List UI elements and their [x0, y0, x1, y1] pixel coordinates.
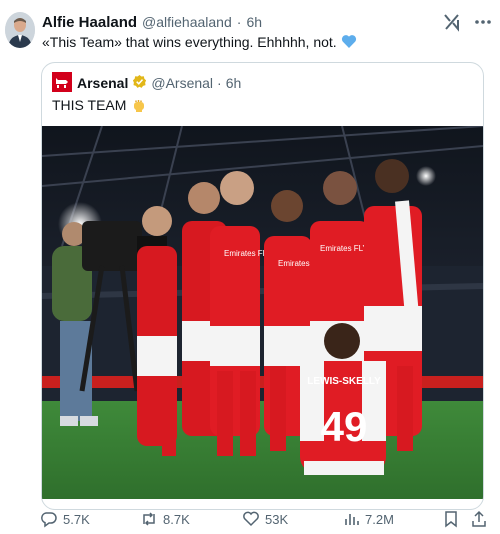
raised-fist-icon: [131, 97, 147, 116]
jersey-back-number: 49: [321, 403, 368, 450]
time-separator: ·: [236, 14, 242, 30]
author-avatar[interactable]: [5, 12, 35, 48]
verified-badge-icon: [132, 74, 147, 92]
repost-icon: [140, 510, 158, 528]
tweet-actions: 5.7K 8.7K 53K 7.2M: [40, 510, 490, 530]
reply-count: 5.7K: [63, 511, 90, 527]
like-button[interactable]: 53K: [242, 510, 288, 528]
tweet-header: Alfie Haaland @alfiehaaland · 6h: [42, 14, 262, 31]
share-button[interactable]: [470, 510, 488, 528]
quoted-header: Arsenal @Arsenal · 6h: [77, 74, 241, 92]
blue-heart-icon: [341, 34, 357, 52]
reply-button[interactable]: 5.7K: [40, 510, 90, 528]
repost-button[interactable]: 8.7K: [140, 510, 190, 528]
views-count: 7.2M: [365, 511, 394, 527]
heart-icon: [242, 510, 260, 528]
jersey-back-name: LEWIS-SKELLY: [307, 376, 381, 387]
grok-icon[interactable]: [442, 12, 462, 32]
team-photo[interactable]: Emirates FLY BETTER Emirates FLY BETTER …: [42, 125, 483, 499]
arsenal-avatar[interactable]: [52, 72, 72, 92]
author-name[interactable]: Alfie Haaland: [42, 14, 137, 31]
quoted-text: THIS TEAM: [52, 97, 147, 116]
views-icon: [342, 510, 360, 528]
repost-count: 8.7K: [163, 511, 190, 527]
author-handle[interactable]: @alfiehaaland: [142, 14, 232, 30]
quoted-name[interactable]: Arsenal: [77, 75, 128, 91]
tweet-time[interactable]: 6h: [246, 14, 262, 30]
quoted-tweet[interactable]: Arsenal @Arsenal · 6h THIS TEAM Emirates…: [41, 62, 484, 510]
like-count: 53K: [265, 511, 289, 527]
quoted-time-separator: ·: [217, 75, 222, 91]
reply-icon: [40, 510, 58, 528]
quoted-time[interactable]: 6h: [226, 75, 242, 91]
share-icon: [470, 510, 488, 528]
quoted-body: THIS TEAM: [52, 97, 127, 113]
bookmark-icon: [442, 510, 460, 528]
views-button[interactable]: 7.2M: [342, 510, 394, 528]
more-icon[interactable]: [472, 12, 494, 32]
tweet-text: «This Team» that wins everything. Ehhhhh…: [42, 34, 357, 52]
bookmark-button[interactable]: [442, 510, 460, 528]
tweet-body: «This Team» that wins everything. Ehhhhh…: [42, 34, 337, 50]
quoted-handle[interactable]: @Arsenal: [151, 75, 213, 91]
